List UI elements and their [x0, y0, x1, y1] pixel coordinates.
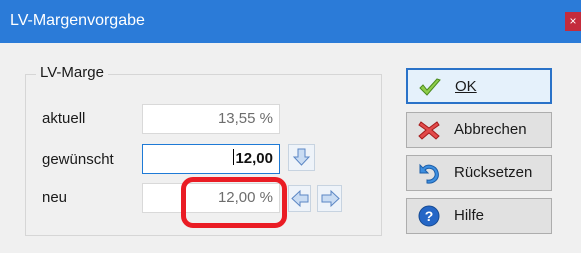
label-neu: neu	[42, 189, 68, 206]
svg-text:?: ?	[425, 208, 434, 224]
gewuenscht-input[interactable]: 12,00	[142, 144, 280, 174]
gewuenscht-value: 12,00	[235, 150, 273, 167]
aktuell-field: 13,55 %	[142, 104, 280, 134]
cancel-label: Abbrechen	[454, 121, 527, 138]
arrow-left-icon	[291, 189, 309, 208]
ok-button[interactable]: OK	[406, 68, 552, 104]
undo-arrow-icon	[419, 163, 439, 184]
apply-down-button[interactable]	[288, 144, 315, 171]
checkmark-icon	[419, 78, 441, 96]
ok-label: OK	[455, 78, 477, 95]
label-gewuenscht: gewünscht	[42, 151, 114, 168]
reset-button[interactable]: Rücksetzen	[406, 155, 552, 191]
red-highlight-annotation	[181, 177, 287, 228]
red-x-icon	[418, 121, 440, 140]
dialog-window: LV-Margenvorgabe × LV-Marge aktuell 13,5…	[0, 0, 581, 253]
close-button[interactable]: ×	[565, 12, 581, 31]
title-bar[interactable]: LV-Margenvorgabe ×	[0, 0, 581, 43]
help-icon: ?	[418, 205, 440, 227]
help-button[interactable]: ? Hilfe	[406, 198, 552, 234]
arrow-down-icon	[292, 148, 311, 166]
arrow-right-button[interactable]	[317, 185, 342, 212]
arrow-right-icon	[321, 189, 340, 208]
window-title: LV-Margenvorgabe	[10, 12, 145, 29]
cancel-button[interactable]: Abbrechen	[406, 112, 552, 148]
arrow-left-button[interactable]	[288, 185, 311, 212]
reset-label: Rücksetzen	[454, 164, 533, 181]
help-label: Hilfe	[454, 207, 485, 224]
label-aktuell: aktuell	[42, 110, 86, 127]
group-legend: LV-Marge	[36, 64, 108, 81]
